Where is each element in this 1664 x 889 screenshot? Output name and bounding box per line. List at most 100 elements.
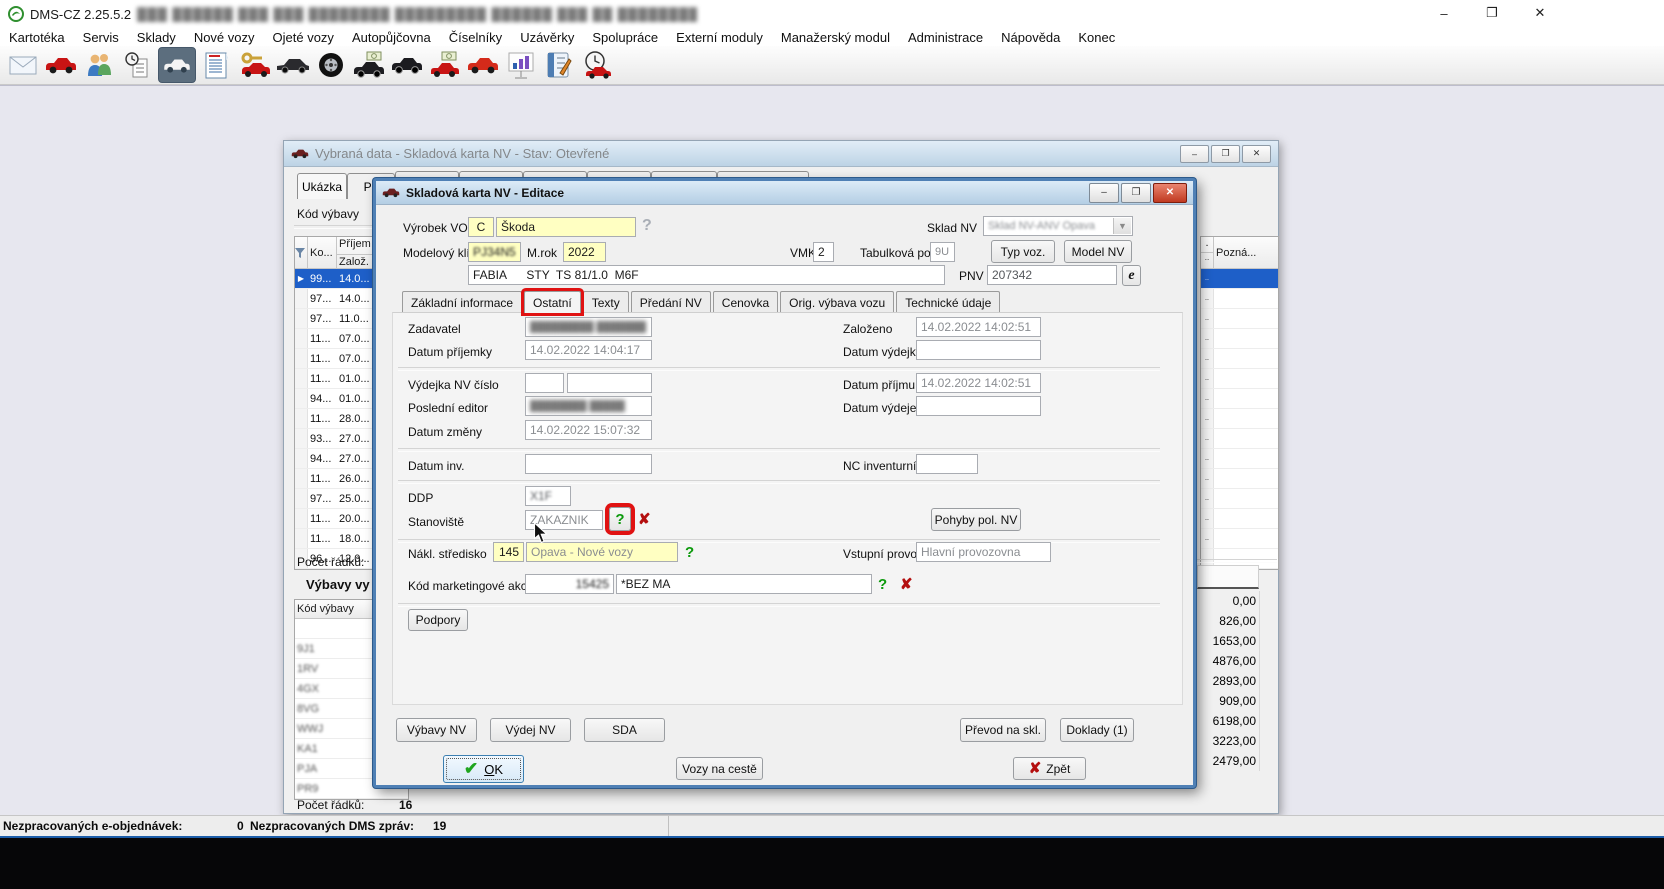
table-row[interactable]: .. — [1201, 369, 1278, 389]
zadavatel-field[interactable]: █████████ ███████ — [525, 317, 652, 337]
datum-prijmu-field[interactable]: 14.02.2022 14:02:51 — [916, 373, 1041, 393]
datum-vydeje-field[interactable] — [916, 396, 1041, 416]
window-minimize-button[interactable]: – — [1180, 145, 1209, 163]
statistics-icon[interactable] — [502, 47, 540, 83]
list-document-icon[interactable] — [198, 47, 236, 83]
table-row[interactable]: .. — [1201, 469, 1278, 489]
help-gray-icon[interactable]: ? — [642, 217, 652, 235]
marketing-value-field[interactable]: *BEZ MA — [616, 574, 872, 594]
table-row[interactable]: .. — [1201, 349, 1278, 369]
stanoviste-lookup-button[interactable]: ? — [609, 507, 631, 531]
app-minimize-button[interactable]: – — [1421, 0, 1467, 26]
app-maximize-button[interactable]: ❐ — [1469, 0, 1515, 26]
clock-document-icon[interactable] — [118, 47, 156, 83]
vstupni-provoz-field[interactable]: Hlavní provozovna — [916, 542, 1051, 562]
tab-texty[interactable]: Texty — [583, 291, 629, 313]
sklad-nv-combo[interactable]: Sklad NV-ANV Opava ▼ — [983, 216, 1133, 236]
vehicle-card-active-icon[interactable] — [158, 47, 196, 83]
tab-predani-nv[interactable]: Předání NV — [631, 291, 711, 313]
tab-ostatni[interactable]: Ostatní — [524, 291, 581, 313]
nakl-stredisko-lookup-icon[interactable]: ? — [685, 545, 694, 560]
menu-autopujcovna[interactable]: Autopůjčovna — [343, 30, 440, 45]
filter-icon[interactable] — [295, 237, 308, 269]
posledni-editor-field[interactable]: ████████ █████ — [525, 396, 652, 416]
tab-ukazka[interactable]: Ukázka — [297, 173, 347, 199]
menu-sklady[interactable]: Sklady — [128, 30, 185, 45]
vozy-na-ceste-button[interactable]: Vozy na cestě — [676, 757, 763, 780]
car-dark-icon[interactable] — [274, 47, 312, 83]
car-red-icon[interactable] — [42, 47, 80, 83]
column-header-poznamka[interactable]: Pozná... — [1214, 237, 1278, 269]
notes-column-table[interactable]: . .. Pozná... .. .. .. .. .. .. .. .. ..… — [1200, 236, 1279, 570]
typ-voz-button[interactable]: Typ voz. — [991, 240, 1055, 263]
menu-konec[interactable]: Konec — [1069, 30, 1124, 45]
tab-cenovka[interactable]: Cenovka — [713, 291, 778, 313]
kod-vybavy-filter-label[interactable]: Kód výbavy — [297, 207, 359, 221]
e-button[interactable]: e — [1122, 265, 1141, 286]
doklady-button[interactable]: Doklady (1) — [1060, 718, 1134, 742]
window-close-button[interactable]: ✕ — [1242, 145, 1271, 163]
dialog-maximize-button[interactable]: ❐ — [1121, 183, 1151, 203]
clock-car-icon[interactable] — [578, 47, 616, 83]
menu-spoluprace[interactable]: Spolupráce — [583, 30, 667, 45]
car-key-icon[interactable] — [236, 47, 274, 83]
tab-zakladni-informace[interactable]: Základní informace — [402, 291, 522, 313]
car-cash-icon[interactable] — [350, 47, 388, 83]
dialog-close-button[interactable]: ✕ — [1153, 183, 1187, 203]
vyrobek-code-field[interactable]: C — [468, 217, 494, 237]
table-row[interactable]: .. — [1201, 429, 1278, 449]
nakl-stredisko-value-field[interactable]: Opava - Nové vozy — [526, 542, 678, 562]
model-description-field[interactable]: FABIA STY TS 81/1.0 M6F — [468, 265, 945, 285]
table-row[interactable]: .. — [1201, 489, 1278, 509]
ok-button[interactable]: ✔ OK — [443, 755, 524, 783]
pnv-field[interactable]: 207342 — [987, 265, 1117, 285]
marketing-clear-icon[interactable]: ✘ — [900, 577, 913, 592]
dialog-minimize-button[interactable]: – — [1089, 183, 1119, 203]
menu-externi-moduly[interactable]: Externí moduly — [667, 30, 772, 45]
sda-button[interactable]: SDA — [584, 718, 665, 742]
modelovy-klic-field[interactable]: PJ34N5 — [468, 242, 521, 262]
app-close-button[interactable]: ✕ — [1517, 0, 1563, 26]
ddp-field[interactable]: X1F — [525, 486, 571, 506]
pohyby-pol-nv-button[interactable]: Pohyby pol. NV — [931, 508, 1021, 531]
prevod-na-skl-button[interactable]: Převod na skl. — [960, 718, 1046, 742]
vydejka-cislo-field-1[interactable] — [525, 373, 564, 393]
podpory-button[interactable]: Podpory — [408, 609, 468, 631]
vydej-nv-button[interactable]: Výdej NV — [490, 718, 571, 742]
menu-servis[interactable]: Servis — [74, 30, 128, 45]
vybavy-nv-button[interactable]: Výbavy NV — [396, 718, 477, 742]
datum-prijemky-field[interactable]: 14.02.2022 14:04:17 — [525, 340, 652, 360]
menu-kartoteka[interactable]: Kartotéka — [0, 30, 74, 45]
table-row[interactable]: .. — [1201, 509, 1278, 529]
table-row[interactable]: .. — [1201, 529, 1278, 549]
mail-icon[interactable] — [4, 47, 42, 83]
zpet-button[interactable]: ✘ Zpět — [1013, 757, 1086, 780]
datum-zmeny-field[interactable]: 14.02.2022 15:07:32 — [525, 420, 652, 440]
tire-icon[interactable] — [312, 47, 350, 83]
menu-administrace[interactable]: Administrace — [899, 30, 992, 45]
car-cash-small-icon[interactable] — [426, 47, 464, 83]
car-black-icon[interactable] — [388, 47, 426, 83]
column-header-kod[interactable]: Ko... — [308, 237, 337, 269]
nakl-stredisko-code-field[interactable]: 145 — [493, 542, 524, 562]
planner-icon[interactable] — [540, 47, 578, 83]
stanoviste-clear-icon[interactable]: ✘ — [638, 512, 651, 527]
datum-inv-field[interactable] — [525, 454, 652, 474]
vyrobek-value-field[interactable]: Škoda — [496, 217, 636, 237]
table-row[interactable]: .. — [1201, 449, 1278, 469]
menu-ojete-vozy[interactable]: Ojeté vozy — [264, 30, 343, 45]
menu-uzaverky[interactable]: Uzávěrky — [511, 30, 583, 45]
tab-technicke-udaje[interactable]: Technické údaje — [896, 291, 1000, 313]
table-row[interactable]: .. — [1201, 289, 1278, 309]
nc-inventurni-field[interactable] — [916, 454, 978, 474]
model-nv-button[interactable]: Model NV — [1064, 240, 1132, 263]
menu-nove-vozy[interactable]: Nové vozy — [185, 30, 264, 45]
tab-orig-vybava[interactable]: Orig. výbava vozu — [780, 291, 894, 313]
zalozeno-field[interactable]: 14.02.2022 14:02:51 — [916, 317, 1041, 337]
window-maximize-button[interactable]: ❐ — [1211, 145, 1240, 163]
menu-ciselniky[interactable]: Číselníky — [440, 30, 511, 45]
table-row[interactable]: .. — [1201, 409, 1278, 429]
menu-manazersky-modul[interactable]: Manažerský modul — [772, 30, 899, 45]
datum-vydejky-field[interactable] — [916, 340, 1041, 360]
customers-icon[interactable] — [80, 47, 118, 83]
